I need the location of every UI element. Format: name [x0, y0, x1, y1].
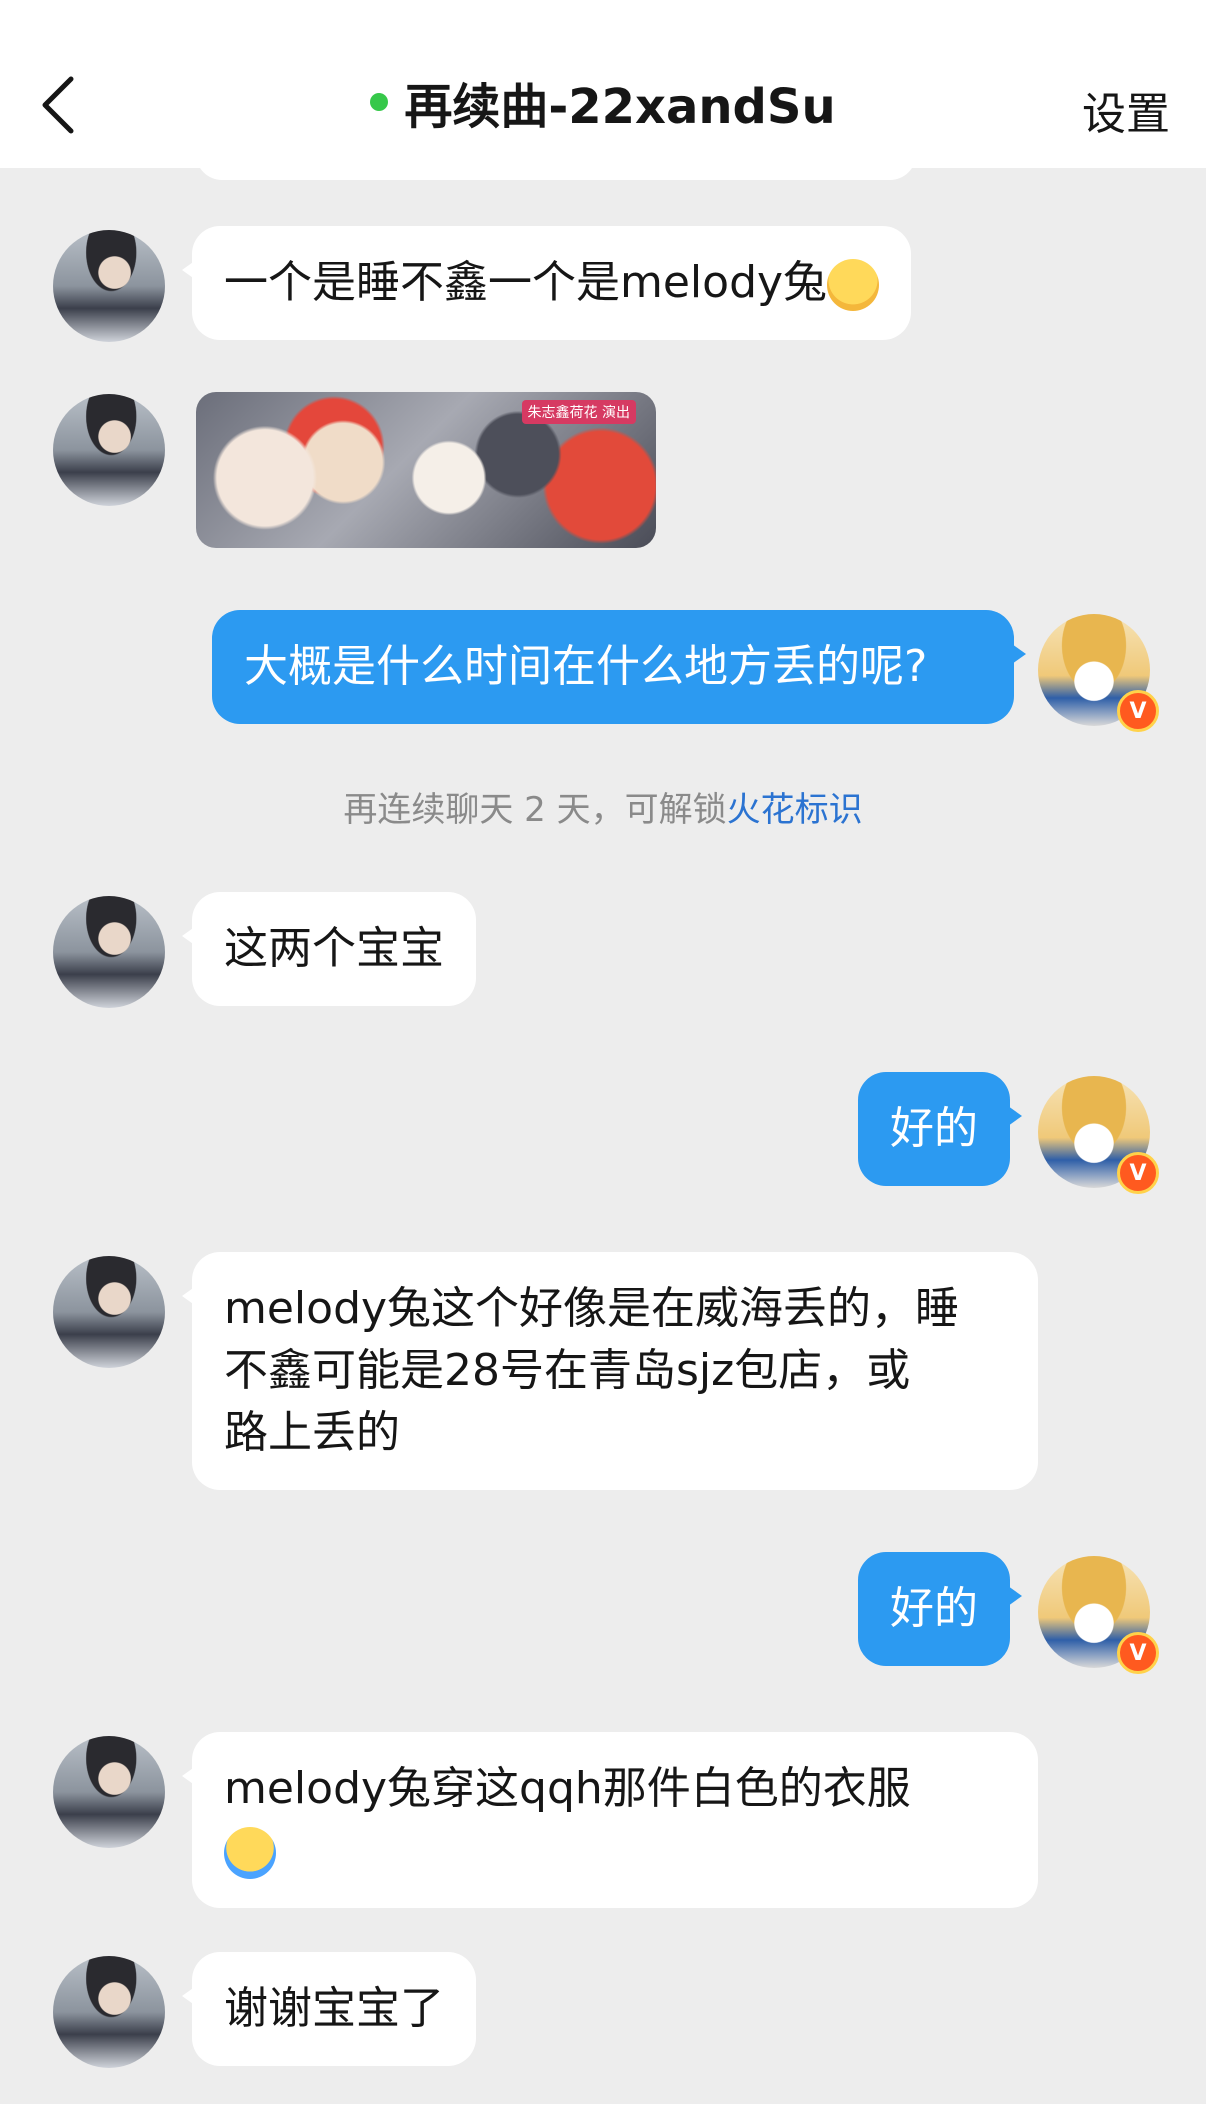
- message-text: 好的: [890, 1583, 978, 1634]
- verified-badge-icon: V: [1117, 1632, 1159, 1674]
- message-line: 不鑫可能是28号在青岛sjz包店，或: [224, 1345, 911, 1396]
- incoming-message-bubble[interactable]: 一个是睡不鑫一个是melody兔: [181, 226, 912, 340]
- settings-button[interactable]: 设置: [1082, 78, 1170, 142]
- system-note-text: 再连续聊天 2 天，可解锁: [343, 790, 727, 830]
- verified-badge-icon: V: [1117, 1152, 1159, 1194]
- pray-emoji-icon: [827, 259, 880, 311]
- message-line: melody兔这个好像是在威海丢的，睡: [224, 1283, 960, 1334]
- message-text: 一个是睡不鑫一个是melody兔: [224, 257, 828, 308]
- contact-avatar[interactable]: [53, 1956, 165, 2068]
- contact-avatar[interactable]: [53, 394, 165, 506]
- chat-header: 再续曲-22xandSu 设置: [0, 0, 1206, 168]
- image-message[interactable]: 朱志鑫荷花 演出: [196, 392, 656, 548]
- outgoing-message-bubble[interactable]: 好的: [858, 1552, 1022, 1666]
- message-text: 这两个宝宝: [224, 923, 444, 974]
- chat-title[interactable]: 再续曲-22xandSu: [404, 67, 835, 137]
- spark-badge-link[interactable]: 火花标识: [727, 790, 863, 830]
- contact-avatar[interactable]: [53, 230, 165, 342]
- contact-avatar[interactable]: [53, 896, 165, 1008]
- contact-avatar[interactable]: [53, 1736, 165, 1848]
- outgoing-message-bubble[interactable]: 大概是什么时间在什么地方丢的呢?: [212, 610, 1026, 724]
- chat-title-wrap: 再续曲-22xandSu: [0, 67, 1206, 137]
- incoming-message-bubble[interactable]: melody兔穿这qqh那件白色的衣服: [182, 1732, 1038, 1908]
- incoming-message-bubble[interactable]: 这两个宝宝: [182, 892, 476, 1006]
- incoming-message-bubble[interactable]: melody兔这个好像是在威海丢的，睡 不鑫可能是28号在青岛sjz包店，或 路…: [182, 1252, 1038, 1490]
- message-text: 大概是什么时间在什么地方丢的呢?: [244, 641, 928, 692]
- chat-streak-note: 再连续聊天 2 天，可解锁火花标识: [0, 782, 1206, 831]
- verified-badge-icon: V: [1117, 690, 1159, 732]
- outgoing-message-bubble[interactable]: 好的: [858, 1072, 1022, 1186]
- incoming-message-bubble[interactable]: 谢谢宝宝了: [182, 1952, 476, 2066]
- message-line: 路上丢的: [224, 1407, 400, 1458]
- message-text: melody兔穿这qqh那件白色的衣服: [224, 1763, 911, 1814]
- online-status-dot: [370, 93, 389, 111]
- message-text: 谢谢宝宝了: [224, 1983, 444, 2034]
- contact-avatar[interactable]: [53, 1256, 165, 1368]
- image-caption: 朱志鑫荷花 演出: [521, 400, 636, 424]
- crying-emoji-icon: [224, 1827, 276, 1879]
- message-text: 好的: [890, 1103, 978, 1154]
